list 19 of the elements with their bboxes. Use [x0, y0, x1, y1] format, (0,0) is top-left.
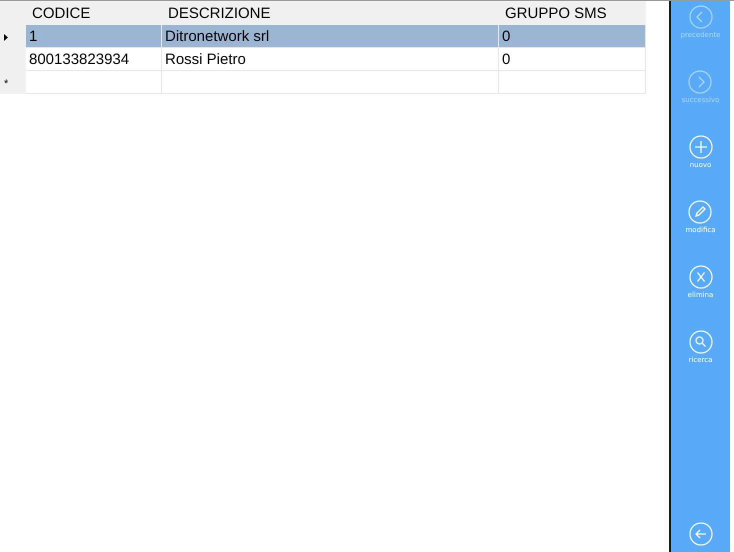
arrow-left-icon [688, 522, 712, 546]
current-row-icon [4, 34, 8, 40]
column-header[interactable]: GRUPPO SMS [498, 2, 646, 24]
search-icon [688, 330, 712, 354]
table-cell: Ditronetwork srl [162, 24, 498, 48]
table-cell: 0 [498, 48, 646, 70]
table-cell: 800133823934 [26, 48, 162, 70]
table-cell: Rossi Pietro [162, 48, 498, 70]
pencil-icon [688, 200, 712, 224]
plus-icon [688, 135, 712, 159]
column-header[interactable]: CODICE [26, 2, 162, 24]
table-cell: 1 [26, 24, 162, 48]
column-header[interactable]: DESCRIZIONE [162, 2, 498, 24]
table-cell: 0 [498, 24, 646, 48]
new-row-marker: * [4, 78, 8, 90]
chevron-right-icon [688, 70, 712, 94]
back-button[interactable] [688, 522, 712, 546]
close-icon [688, 265, 712, 289]
chevron-left-icon [688, 5, 712, 29]
